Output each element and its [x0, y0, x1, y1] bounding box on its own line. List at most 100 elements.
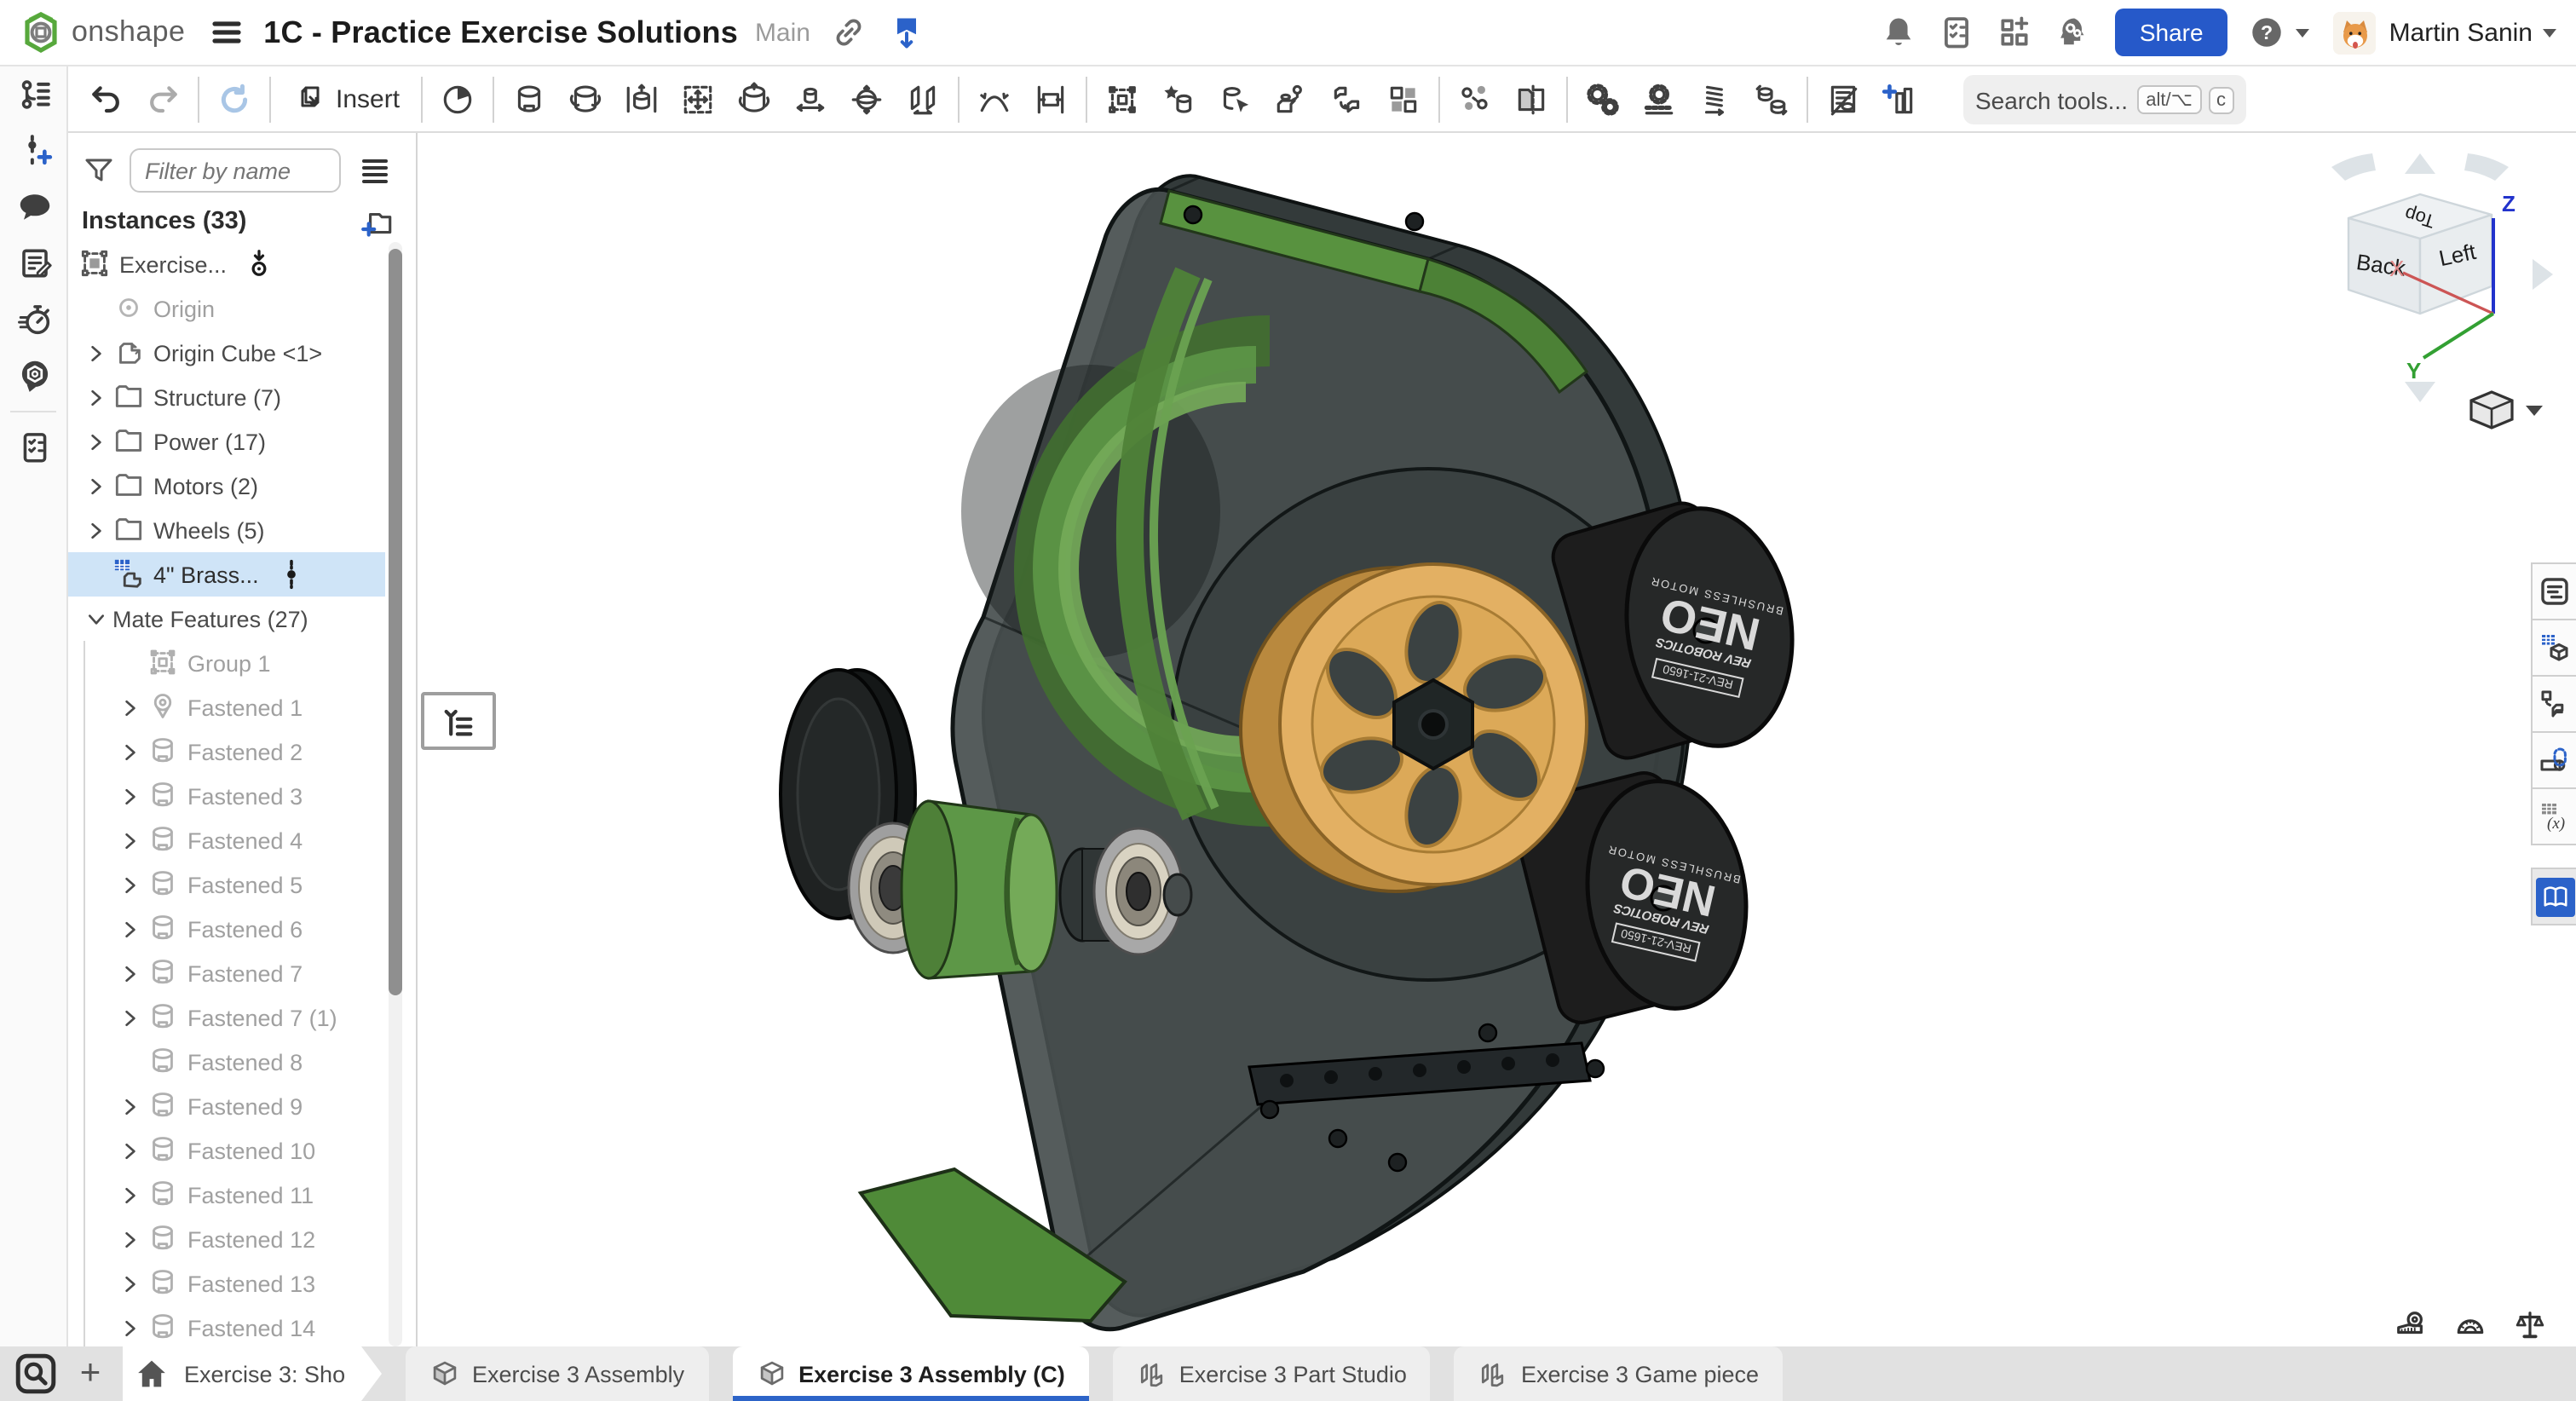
tree-item-fastened-1[interactable]: Fastened 1 [68, 685, 418, 729]
performance-icon[interactable] [0, 291, 68, 348]
tree-item-fastened-14[interactable]: Fastened 14 [68, 1306, 418, 1346]
bom-table-button[interactable] [1814, 72, 1870, 126]
apps-icon[interactable] [1997, 14, 2034, 51]
rolling-relation-button[interactable] [1743, 72, 1799, 126]
tasks-icon[interactable] [0, 419, 68, 476]
tree-item-fastened-10[interactable]: Fastened 10 [68, 1128, 418, 1173]
tree-item-motors-folder[interactable]: Motors (2) [68, 464, 418, 508]
screw-relation-button[interactable] [1686, 72, 1743, 126]
create-version-icon[interactable] [0, 123, 68, 179]
collapse-chevron-icon[interactable] [78, 602, 112, 636]
named-positions-button[interactable] [1150, 72, 1206, 126]
section-view-button[interactable] [1502, 72, 1559, 126]
tree-item-group-1[interactable]: Group 1 [68, 641, 418, 685]
tree-item-origin-cube[interactable]: Origin Cube <1> [68, 331, 418, 375]
derived-parts-panel-button[interactable] [2531, 675, 2576, 733]
tab-exercise-3-part-studio[interactable]: Exercise 3 Part Studio [1113, 1346, 1431, 1401]
release-notes-icon[interactable] [0, 235, 68, 291]
view-cube[interactable]: Top Back Left Z X Y [2301, 150, 2560, 436]
tree-item-wheels-folder[interactable]: Wheels (5) [68, 508, 418, 552]
expand-chevron-icon[interactable] [112, 690, 147, 724]
linear-pattern-button[interactable] [1374, 72, 1431, 126]
feedback-icon[interactable] [0, 348, 68, 404]
structure-panel-button[interactable] [2531, 562, 2576, 620]
fastened-mate-button[interactable] [500, 72, 556, 126]
tab-exercise-3-shooter[interactable]: Exercise 3: Sho [123, 1346, 382, 1401]
expand-chevron-icon[interactable] [78, 380, 112, 414]
move-part-button[interactable] [1206, 72, 1262, 126]
undo-button[interactable] [78, 72, 135, 126]
cylindrical-mate-button[interactable] [725, 72, 781, 126]
mass-properties-icon[interactable] [2514, 1309, 2546, 1341]
variables-panel-button[interactable] [2531, 787, 2576, 845]
expand-chevron-icon[interactable] [112, 1222, 147, 1256]
learning-brain-icon[interactable] [2054, 14, 2092, 51]
revolute-mate-button[interactable] [556, 72, 613, 126]
expand-chevron-icon[interactable] [78, 513, 112, 547]
tree-item-power-folder[interactable]: Power (17) [68, 419, 418, 464]
group-button[interactable] [1093, 72, 1150, 126]
tab-exercise-3-assembly[interactable]: Exercise 3 Assembly [406, 1346, 708, 1401]
tangent-mate-button[interactable] [965, 72, 1022, 126]
snap-mode-button[interactable] [1262, 72, 1318, 126]
configurations-panel-button[interactable] [2531, 619, 2576, 677]
document-history-icon[interactable] [0, 66, 68, 123]
tree-item-mate-features[interactable]: Mate Features (27) [68, 597, 418, 641]
3d-viewport[interactable]: REV-21-1650 REV ROBOTICS NEO BRUSHLESS M… [418, 133, 2576, 1346]
parallel-mate-button[interactable] [894, 72, 950, 126]
protractor-icon[interactable] [2454, 1309, 2487, 1341]
tree-item-fastened-5[interactable]: Fastened 5 [68, 862, 418, 907]
exploded-view-button[interactable] [1446, 72, 1502, 126]
update-linked-button[interactable] [206, 72, 262, 126]
expand-chevron-icon[interactable] [78, 424, 112, 458]
tree-item-fastened-13[interactable]: Fastened 13 [68, 1261, 418, 1306]
redo-button[interactable] [135, 72, 191, 126]
tab-exercise-3-assembly-c-active[interactable]: Exercise 3 Assembly (C) [732, 1346, 1089, 1401]
help-caret-icon[interactable] [2296, 28, 2309, 37]
release-tasks-icon[interactable] [1939, 14, 1976, 51]
notifications-bell-icon[interactable] [1881, 14, 1918, 51]
tree-item-fastened-8[interactable]: Fastened 8 [68, 1040, 418, 1084]
add-tab-button[interactable]: + [68, 1346, 112, 1401]
tree-item-fastened-6[interactable]: Fastened 6 [68, 907, 418, 951]
share-button[interactable]: Share [2116, 9, 2227, 56]
help-icon[interactable] [2248, 14, 2285, 51]
workspace-name[interactable]: Main [755, 18, 810, 47]
tree-item-fastened-4[interactable]: Fastened 4 [68, 818, 418, 862]
expand-chevron-icon[interactable] [112, 1266, 147, 1300]
width-mate-button[interactable] [1022, 72, 1078, 126]
filter-input[interactable] [130, 148, 341, 193]
display-states-panel-button[interactable] [2531, 731, 2576, 789]
expand-chevron-icon[interactable] [112, 1089, 147, 1123]
user-caret-icon[interactable] [2543, 28, 2556, 37]
tree-item-origin[interactable]: Origin [68, 286, 418, 331]
expand-chevron-icon[interactable] [112, 1133, 147, 1168]
expand-chevron-icon[interactable] [112, 779, 147, 813]
custom-table-button[interactable] [1870, 72, 1927, 126]
insert-button[interactable]: Insert [278, 72, 413, 126]
expand-chevron-icon[interactable] [112, 868, 147, 902]
expand-chevron-icon[interactable] [112, 1178, 147, 1212]
expand-chevron-icon[interactable] [112, 912, 147, 946]
expand-chevron-icon[interactable] [112, 956, 147, 990]
tree-item-fastened-12[interactable]: Fastened 12 [68, 1217, 418, 1261]
search-tools-input[interactable]: Search tools... alt/⌥ c [1963, 75, 2246, 124]
tree-item-fastened-2[interactable]: Fastened 2 [68, 729, 418, 774]
tree-item-fastened-7[interactable]: Fastened 7 [68, 951, 418, 995]
slider-mate-button[interactable] [613, 72, 669, 126]
versions-flag-icon[interactable] [889, 14, 926, 51]
planar-mate-button[interactable] [669, 72, 725, 126]
expand-chevron-icon[interactable] [112, 1000, 147, 1035]
list-view-icon[interactable] [358, 153, 392, 187]
menu-icon[interactable] [209, 15, 243, 49]
tree-item-fastened-7-1[interactable]: Fastened 7 (1) [68, 995, 418, 1040]
onshape-logo[interactable]: onshape [20, 12, 185, 53]
tab-exercise-3-game-piece[interactable]: Exercise 3 Game piece [1455, 1346, 1783, 1401]
expand-chevron-icon[interactable] [112, 823, 147, 857]
drag-handle-icon[interactable] [276, 559, 307, 590]
view-mode-dropdown[interactable] [2471, 392, 2543, 428]
tree-item-structure-folder[interactable]: Structure (7) [68, 375, 418, 419]
user-name[interactable]: Martin Sanin [2389, 18, 2533, 47]
comments-icon[interactable] [0, 179, 68, 235]
add-folder-icon[interactable] [360, 205, 395, 240]
